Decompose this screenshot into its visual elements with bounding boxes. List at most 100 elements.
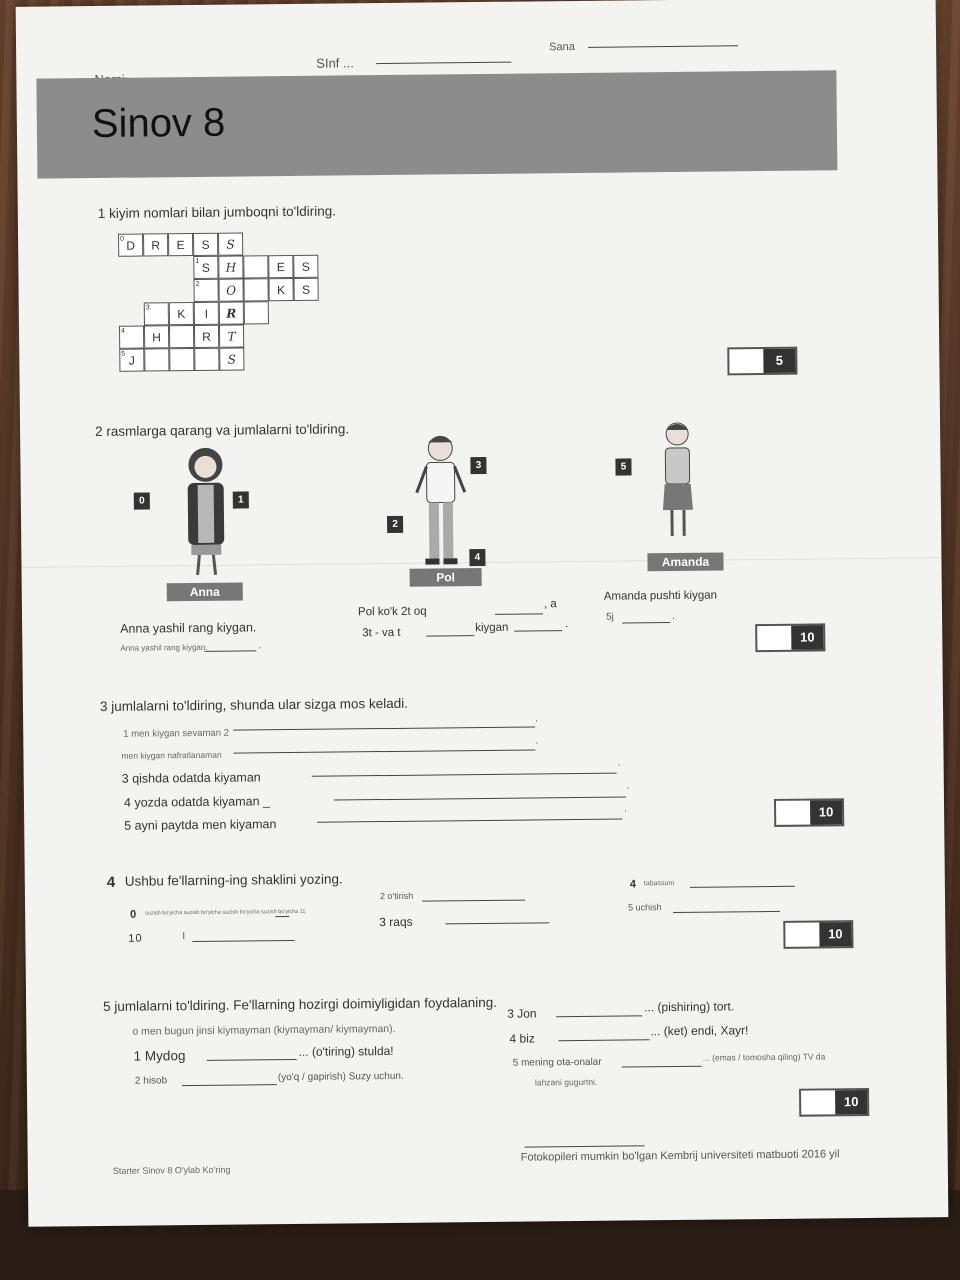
q3-blank-3[interactable] — [311, 772, 617, 777]
crossword-cell[interactable] — [194, 347, 220, 371]
q1-score: 5 — [763, 348, 796, 374]
anna-tag-0: 0 — [133, 492, 150, 510]
q3-item-2: men kiygan nafratlanaman — [121, 749, 222, 761]
pol-tag-2: 2 — [386, 515, 404, 533]
crossword-cell[interactable]: K — [268, 277, 294, 302]
crossword-cell[interactable]: S — [219, 347, 245, 371]
crossword-cell[interactable]: I — [193, 301, 219, 326]
crossword-cell[interactable] — [243, 301, 269, 325]
q5-blank-3[interactable] — [556, 1015, 643, 1018]
q1-score-box[interactable]: 5 — [727, 346, 798, 376]
q4-score: 10 — [819, 922, 852, 947]
q2-pol-blank-3[interactable] — [514, 630, 563, 632]
pol-name: Pol — [409, 568, 482, 587]
q4-blank-4[interactable] — [689, 885, 795, 888]
date-label: Sana — [549, 40, 575, 54]
amanda-illustration — [662, 422, 693, 537]
crossword-cell[interactable]: 0D — [118, 233, 144, 257]
q5-item-2: 2 hisob — [134, 1075, 168, 1087]
anna-tag-1: 1 — [232, 491, 249, 509]
footer-left: Starter Sinov 8 O'ylab Ko'ring — [112, 1164, 231, 1176]
q4-item-2: 2 o'tirish — [379, 890, 414, 902]
class-label: SInf ... — [316, 55, 354, 71]
crossword-cell[interactable]: E — [268, 254, 294, 279]
q2-anna-sentence: Anna yashil rang kiygan. — [120, 620, 257, 636]
q4-item-3: 3 raqs — [379, 914, 413, 930]
crossword-cell[interactable]: S — [293, 277, 319, 301]
pol-tag-3: 3 — [470, 456, 487, 475]
q5-blank-1[interactable] — [206, 1058, 297, 1061]
q4-ten-blank[interactable] — [192, 939, 295, 943]
crossword-cell[interactable]: H — [143, 325, 170, 349]
q5-blank-5[interactable] — [621, 1065, 702, 1068]
q2-amanda-blank[interactable] — [622, 622, 671, 624]
q5-blank-2[interactable] — [181, 1084, 277, 1087]
q2-score-box[interactable]: 10 — [755, 623, 826, 653]
amanda-name: Amanda — [647, 552, 724, 572]
q4-blank-5[interactable] — [673, 910, 781, 914]
q4-blank-3[interactable] — [445, 922, 550, 925]
crossword-cell[interactable]: R — [193, 324, 220, 348]
worksheet-page: Nomi SInf ... Sana Sinov 8 1 kiyim nomla… — [15, 0, 949, 1227]
q3-item-4: 4 yozda odatda kiyaman _ — [123, 794, 270, 810]
q4-prompt: Ushbu fe'llarning-ing shaklini yozing. — [124, 871, 343, 889]
q4-number: 4 — [106, 873, 116, 891]
q4-zero-number: 0 — [130, 908, 137, 921]
crossword-cell[interactable]: H — [218, 255, 244, 279]
q3-blank-2[interactable] — [233, 749, 536, 754]
crossword-cell[interactable]: O — [218, 278, 244, 302]
crossword-cell[interactable]: K — [168, 302, 194, 326]
crossword-cell[interactable] — [144, 348, 170, 372]
q2-pol-line-b: 3t - va t — [362, 626, 401, 640]
q2-anna-blank[interactable] — [204, 650, 257, 652]
q3-blank-5[interactable] — [317, 818, 623, 823]
q5-score-box[interactable]: 10 — [799, 1087, 870, 1117]
crossword-cell[interactable] — [168, 325, 195, 349]
q2-amanda-line-b: 5j — [606, 611, 614, 623]
crossword-cell[interactable]: S — [218, 232, 244, 256]
q5-prompt: 5 jumlalarni to'ldiring. Fe'llarning hoz… — [103, 994, 498, 1014]
crossword-cell[interactable]: R — [143, 233, 169, 257]
crossword-cell[interactable]: 5J — [119, 348, 145, 372]
crossword-cell[interactable]: 3 — [143, 302, 169, 326]
q4-score-box[interactable]: 10 — [783, 920, 854, 949]
q5-item-5: 5 mening ota-onalar — [512, 1056, 602, 1069]
q4-zero-blank — [275, 916, 290, 918]
class-blank — [376, 61, 512, 65]
crossword-cell[interactable]: T — [218, 324, 245, 348]
page-title: Sinov 8 — [91, 100, 226, 147]
q1-prompt: 1 kiyim nomlari bilan jumboqni to'ldirin… — [97, 203, 337, 222]
pol-illustration — [415, 435, 467, 565]
q5-item-1: 1 Mydog — [133, 1048, 186, 1064]
q4-ten: 10 — [128, 932, 143, 945]
date-blank — [588, 45, 739, 48]
q2-anna-sentence-copy: Anna yashil rang kiygan. — [120, 642, 208, 653]
crossword-cell[interactable]: E — [168, 233, 194, 257]
q4-item-4-number: 4 — [629, 878, 637, 891]
q5-item-4: 4 biz — [509, 1031, 535, 1046]
crossword-cell[interactable]: S — [293, 254, 319, 278]
q4-blank-2[interactable] — [422, 899, 526, 902]
q3-score: 10 — [809, 800, 843, 825]
crossword-cell[interactable] — [169, 347, 195, 372]
q3-score-box[interactable]: 10 — [773, 798, 845, 827]
q2-pol-line-a: Pol ko'k 2t oq — [357, 605, 427, 619]
q2-pol-blank-2[interactable] — [426, 635, 475, 637]
q5-blank-4[interactable] — [558, 1039, 650, 1042]
anna-illustration — [187, 447, 225, 576]
q4-item-4: tabassum — [643, 880, 675, 888]
amanda-tag-5: 5 — [615, 458, 632, 476]
title-banner: Sinov 8 — [36, 70, 838, 179]
q3-item-1: 1 men kiygan sevaman 2 — [123, 727, 229, 740]
q2-amanda-line-a: Amanda pushti kiygan — [603, 589, 718, 603]
pol-tag-4: 4 — [469, 548, 486, 567]
crossword-cell[interactable]: 2 — [193, 278, 219, 303]
q3-blank-1[interactable] — [233, 726, 536, 731]
q4-item-5: 5 uchish — [628, 902, 662, 913]
q3-blank-4[interactable] — [333, 796, 626, 801]
q2-prompt: 2 rasmlarga qarang va jumlalarni to'ldir… — [95, 421, 350, 440]
crossword-cell[interactable]: R — [218, 301, 244, 325]
crossword-cell[interactable] — [243, 278, 269, 302]
crossword-cell[interactable] — [243, 255, 269, 279]
q2-pol-blank-1[interactable] — [495, 613, 544, 615]
